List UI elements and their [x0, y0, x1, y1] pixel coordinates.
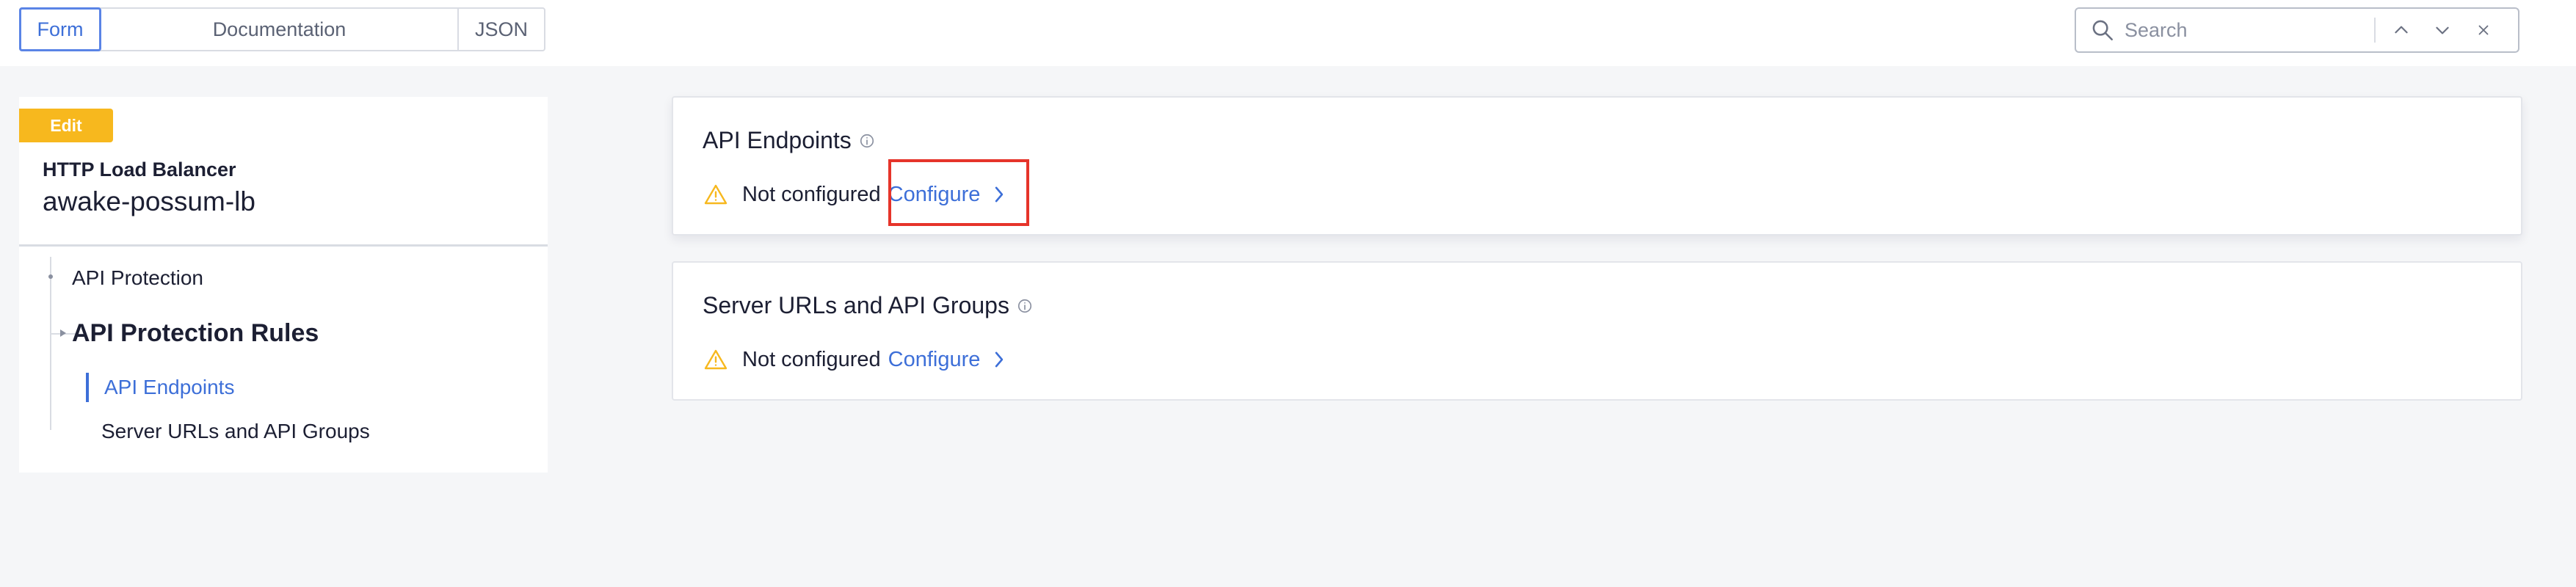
top-bar: Form Documentation JSON — [0, 0, 2576, 66]
card-title: Server URLs and API Groups — [703, 292, 1033, 319]
info-icon[interactable] — [1017, 298, 1033, 314]
active-indicator — [86, 373, 89, 402]
divider — [19, 244, 548, 247]
sidebar-item-api-protection[interactable]: API Protection — [72, 266, 203, 290]
status-row: Not configured Configure — [703, 180, 1006, 209]
info-icon[interactable] — [859, 133, 875, 149]
view-mode-tabs: Form Documentation JSON — [19, 7, 545, 51]
chevron-right-icon — [992, 349, 1006, 370]
chevron-up-icon[interactable] — [2390, 19, 2412, 41]
tree-dot-icon — [47, 273, 54, 280]
status-row: Not configured Configure — [703, 345, 1006, 374]
tree-line — [50, 257, 51, 430]
search-input[interactable] — [2120, 18, 2368, 43]
tab-json[interactable]: JSON — [459, 9, 544, 50]
server-urls-card: Server URLs and API Groups Not configure… — [672, 261, 2522, 401]
close-icon[interactable] — [2472, 19, 2495, 41]
chevron-down-icon[interactable] — [2431, 19, 2453, 41]
caret-right-icon — [56, 326, 70, 340]
sidebar-item-server-urls[interactable]: Server URLs and API Groups — [101, 420, 370, 443]
search-navigation — [2390, 19, 2495, 41]
resource-type: HTTP Load Balancer — [43, 158, 236, 181]
status-text: Not configured — [742, 347, 881, 371]
configure-label: Configure — [888, 347, 981, 371]
resource-sidebar: Edit HTTP Load Balancer awake-possum-lb … — [19, 97, 548, 473]
configure-label: Configure — [888, 182, 981, 206]
search-box — [2075, 7, 2519, 53]
warning-icon — [703, 348, 729, 371]
card-title-text: Server URLs and API Groups — [703, 292, 1009, 318]
api-endpoints-card: API Endpoints Not configured Configure — [672, 96, 2522, 236]
sidebar-item-api-protection-rules[interactable]: API Protection Rules — [72, 319, 319, 348]
chevron-right-icon — [992, 184, 1006, 205]
search-icon — [2085, 9, 2120, 51]
resource-name: awake-possum-lb — [43, 186, 255, 216]
warning-icon — [703, 183, 729, 206]
tab-form[interactable]: Form — [19, 7, 101, 51]
sidebar-item-api-endpoints[interactable]: API Endpoints — [104, 376, 234, 399]
card-title: API Endpoints — [703, 127, 875, 154]
status-text: Not configured — [742, 182, 881, 206]
configure-link[interactable]: Configure — [888, 348, 1007, 372]
edit-badge: Edit — [19, 109, 113, 142]
search-divider — [2374, 18, 2376, 43]
card-title-text: API Endpoints — [703, 127, 852, 153]
tab-documentation[interactable]: Documentation — [101, 9, 459, 50]
configure-link[interactable]: Configure — [888, 183, 1007, 207]
